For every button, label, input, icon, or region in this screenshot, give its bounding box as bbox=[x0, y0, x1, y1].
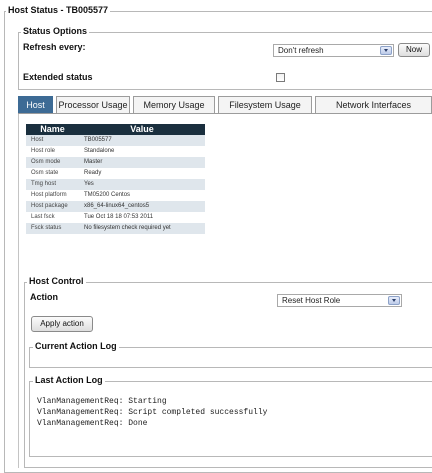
row-value: TM05200 Centos bbox=[79, 190, 205, 201]
row-name: Tmg host bbox=[26, 179, 79, 190]
last-action-log-legend: Last Action Log bbox=[33, 375, 105, 385]
row-value: Ready bbox=[79, 168, 205, 179]
extended-status-checkbox[interactable] bbox=[276, 73, 285, 82]
chevron-down-icon[interactable] bbox=[388, 296, 400, 305]
column-header-value: Value bbox=[79, 124, 205, 135]
tab-memory-usage[interactable]: Memory Usage bbox=[133, 96, 215, 114]
apply-action-button[interactable]: Apply action bbox=[31, 316, 93, 332]
table-header-row: Name Value bbox=[26, 124, 205, 135]
host-info-table: Name Value Host TB005577 Host role Standal… bbox=[26, 124, 205, 234]
row-value: Master bbox=[79, 157, 205, 168]
row-value: Standalone bbox=[79, 146, 205, 157]
tab-network-interfaces[interactable]: Network Interfaces bbox=[315, 96, 432, 114]
column-header-name: Name bbox=[26, 124, 79, 135]
action-select[interactable]: Reset Host Role bbox=[277, 294, 402, 307]
table-row: Host role Standalone bbox=[26, 146, 205, 157]
tab-processor-usage[interactable]: Processor Usage bbox=[56, 96, 130, 114]
table-row: Host platform TM05200 Centos bbox=[26, 190, 205, 201]
log-line: VlanManagementReq: Done bbox=[37, 419, 148, 428]
chevron-down-icon[interactable] bbox=[380, 46, 392, 55]
tab-filesystem-usage[interactable]: Filesystem Usage bbox=[218, 96, 312, 114]
action-select-value: Reset Host Role bbox=[282, 296, 341, 305]
row-value: x86_64-linux64_centos5 bbox=[79, 201, 205, 212]
tab-host[interactable]: Host bbox=[18, 96, 53, 114]
row-name: Osm state bbox=[26, 168, 79, 179]
table-row: Last fsck Tue Oct 18 18 07:53 2011 bbox=[26, 212, 205, 223]
row-name: Last fsck bbox=[26, 212, 79, 223]
now-button[interactable]: Now bbox=[398, 43, 430, 57]
extended-status-label: Extended status bbox=[23, 72, 93, 82]
table-row: Host TB005577 bbox=[26, 135, 205, 146]
table-row: Host package x86_64-linux64_centos5 bbox=[26, 201, 205, 212]
log-line: VlanManagementReq: Script completed succ… bbox=[37, 408, 268, 417]
row-value: Yes bbox=[79, 179, 205, 190]
tab-bar: Host Processor Usage Memory Usage Filesy… bbox=[18, 96, 432, 114]
status-options-legend: Status Options bbox=[21, 26, 90, 36]
row-name: Host package bbox=[26, 201, 79, 212]
host-control-legend: Host Control bbox=[27, 276, 86, 286]
row-name: Host role bbox=[26, 146, 79, 157]
log-line: VlanManagementReq: Starting bbox=[37, 397, 167, 406]
table-row: Tmg host Yes bbox=[26, 179, 205, 190]
refresh-label: Refresh every: bbox=[23, 42, 86, 52]
refresh-select[interactable]: Don't refresh bbox=[273, 44, 394, 57]
table-row: Fsck status No filesystem check required … bbox=[26, 223, 205, 234]
current-action-log-legend: Current Action Log bbox=[33, 341, 119, 351]
table-row: Osm mode Master bbox=[26, 157, 205, 168]
host-status-legend: Host Status - TB005577 bbox=[6, 5, 111, 15]
row-name: Fsck status bbox=[26, 223, 79, 234]
table-row: Osm state Ready bbox=[26, 168, 205, 179]
row-value: Tue Oct 18 18 07:53 2011 bbox=[79, 212, 205, 223]
row-name: Osm mode bbox=[26, 157, 79, 168]
row-name: Host bbox=[26, 135, 79, 146]
action-label: Action bbox=[30, 292, 58, 302]
refresh-select-value: Don't refresh bbox=[278, 46, 324, 55]
row-value: No filesystem check required yet bbox=[79, 223, 205, 234]
row-value: TB005577 bbox=[79, 135, 205, 146]
row-name: Host platform bbox=[26, 190, 79, 201]
